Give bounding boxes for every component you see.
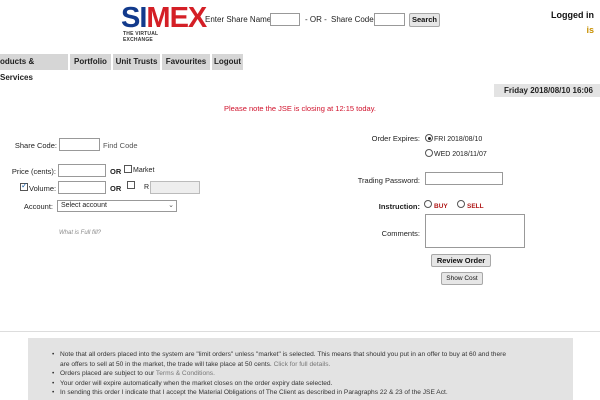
volume-input[interactable] — [58, 181, 106, 194]
price-input[interactable] — [58, 164, 106, 177]
closing-notice: Please note the JSE is closing at 12:15 … — [223, 104, 377, 113]
sell-label: SELL — [467, 203, 484, 210]
share-name-label: Enter Share Name: — [205, 15, 274, 24]
or-label: - OR - — [305, 15, 327, 24]
note-limit-text-a: Note that all orders placed into the sys… — [60, 351, 507, 358]
order-expires-label: Order Expires: — [371, 134, 420, 143]
logo-text-si: SI — [121, 2, 147, 34]
nav-products-services[interactable]: oducts & Services — [0, 54, 70, 82]
order-notes: Note that all orders placed into the sys… — [28, 338, 573, 400]
share-code-input[interactable] — [59, 138, 100, 151]
share-code-label: Share Code: — [14, 141, 57, 150]
search-button[interactable]: Search — [409, 13, 440, 27]
note-terms-text: Orders placed are subject to our — [60, 370, 155, 377]
buy-radio[interactable] — [424, 200, 432, 208]
full-details-link[interactable]: Click for full details. — [274, 361, 331, 368]
terms-conditions-link[interactable]: Terms & Conditions. — [156, 370, 215, 377]
simex-logo[interactable]: SIMEX THE VIRTUAL EXCHANGE — [121, 2, 207, 43]
main-nav: oducts & Services Portfolio Unit Trusts … — [0, 54, 600, 82]
expiry-radio-1[interactable] — [425, 134, 433, 142]
rand-amount-input[interactable] — [150, 181, 200, 194]
account-select-value: Select account — [61, 202, 107, 209]
trading-password-label: Trading Password: — [357, 176, 420, 185]
note-expiry: Your order will expire automatically whe… — [52, 379, 573, 389]
share-code-label-header: Share Code: — [331, 15, 376, 24]
logged-in-status: Logged in is — [551, 10, 600, 35]
rand-label: R — [144, 184, 150, 191]
instruction-label: Instruction: — [378, 202, 420, 211]
trading-password-input[interactable] — [425, 172, 503, 185]
find-code-link[interactable]: Find Code — [103, 141, 138, 150]
price-or-label: OR — [110, 167, 122, 176]
nav-unit-trusts[interactable]: Unit Trusts — [113, 54, 162, 70]
volume-label: Volume: — [29, 184, 57, 193]
price-label: Price (cents): — [11, 167, 56, 176]
market-checkbox[interactable] — [124, 165, 132, 173]
logged-in-suffix: is — [586, 25, 594, 35]
logo-text-mex: MEX — [146, 2, 207, 34]
divider — [0, 331, 600, 332]
nav-logout[interactable]: Logout — [212, 54, 245, 70]
full-fill-help-link[interactable]: What is Full fill? — [59, 230, 101, 236]
account-label: Account: — [23, 202, 53, 211]
market-label: Market — [133, 167, 155, 174]
volume-checkbox[interactable] — [20, 181, 28, 191]
nav-favourites[interactable]: Favourites — [162, 54, 212, 70]
nav-portfolio[interactable]: Portfolio — [70, 54, 113, 70]
rand-checkbox[interactable] — [127, 181, 135, 189]
account-select[interactable]: Select account ⌄ — [57, 200, 177, 212]
expiry-radio-2[interactable] — [425, 149, 433, 157]
note-limit-text-b: are offers to sell at 50 in the market, … — [60, 360, 272, 368]
note-obligations: In sending this order I indicate that I … — [52, 388, 573, 398]
chevron-down-icon: ⌄ — [168, 202, 174, 209]
show-cost-button[interactable]: Show Cost — [441, 272, 483, 285]
note-terms: Orders placed are subject to our Terms &… — [52, 369, 573, 379]
logged-in-label: Logged in — [551, 10, 594, 20]
note-limit-orders: Note that all orders placed into the sys… — [52, 350, 573, 369]
date-display: Friday 2018/08/10 16:06 — [494, 84, 600, 97]
share-code-input-header[interactable] — [374, 13, 405, 26]
share-name-input[interactable] — [270, 13, 300, 26]
sell-radio[interactable] — [457, 200, 465, 208]
comments-label: Comments: — [381, 229, 420, 238]
review-order-button[interactable]: Review Order — [431, 254, 491, 267]
buy-label: BUY — [434, 203, 448, 210]
expiry-option-2: WED 2018/11/07 — [434, 151, 487, 158]
expiry-option-1: FRI 2018/08/10 — [434, 136, 483, 143]
volume-or-label: OR — [110, 184, 122, 193]
comments-textarea[interactable] — [425, 214, 525, 248]
